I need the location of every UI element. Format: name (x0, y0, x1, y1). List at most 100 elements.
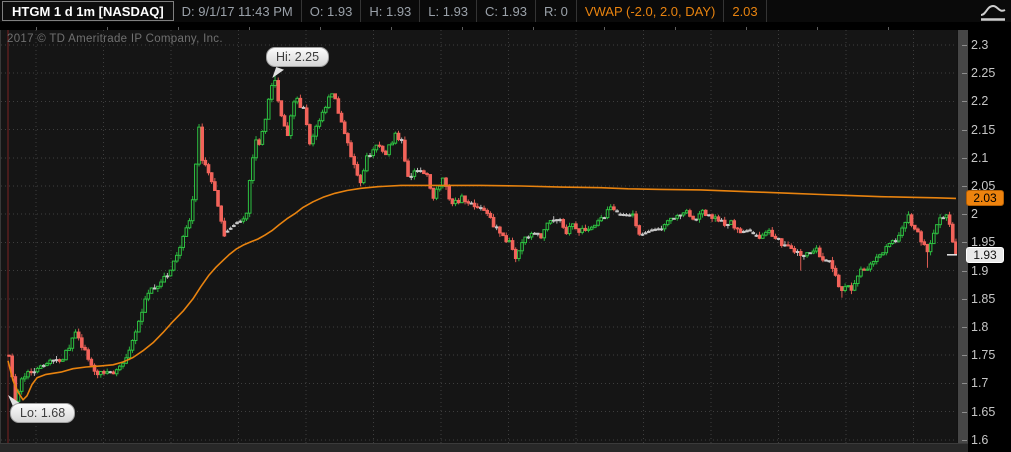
time-tick (533, 27, 534, 30)
time-tick (36, 27, 37, 30)
candle-down (213, 181, 217, 192)
candle-doji (469, 202, 474, 205)
price-tick-label: 1.65 (971, 404, 996, 419)
candle-up (387, 144, 391, 156)
candle-up (631, 213, 635, 216)
time-tick (391, 27, 392, 30)
candle-up (865, 268, 870, 271)
candle-down (849, 285, 854, 291)
price-plot[interactable] (1, 30, 958, 443)
price-tick-label: 1.85 (971, 291, 996, 306)
price-tick-mark (962, 157, 967, 159)
last-price-badge: 1.93 (966, 246, 1004, 263)
curve-chart-style-icon[interactable] (978, 2, 1008, 22)
candle-up (906, 214, 911, 223)
price-tick-mark (962, 214, 967, 216)
candle-doji (165, 275, 170, 278)
candle-down (916, 228, 920, 233)
candle-up (64, 349, 68, 361)
candle-up (935, 224, 939, 234)
candle-up (843, 286, 847, 291)
candle-doji (827, 260, 832, 263)
candle-down (836, 274, 841, 288)
candle-doji (659, 228, 664, 231)
candle-down (691, 215, 695, 220)
candle-doji (235, 222, 239, 225)
candle-up (729, 220, 733, 226)
candle-up (517, 250, 521, 260)
candle-up (190, 199, 195, 222)
candle-down (203, 159, 208, 166)
candle-doji (640, 233, 645, 236)
candle-up (805, 252, 809, 257)
price-tick-mark (962, 327, 967, 328)
candle-doji (726, 224, 730, 227)
candle-doji (152, 287, 157, 290)
price-axis-scrollbar[interactable] (957, 30, 968, 443)
candle-down (612, 206, 616, 210)
candle-down (222, 220, 227, 237)
candle-up (713, 216, 718, 219)
candle-up (45, 363, 49, 366)
candle-down (574, 223, 578, 230)
candle-down (817, 247, 822, 258)
candle-up (105, 371, 109, 374)
candle-up (412, 170, 417, 177)
price-tick-mark (962, 45, 967, 46)
field-low: L: 1.93 (420, 0, 478, 22)
candle-doji (551, 219, 556, 222)
candle-up (292, 101, 296, 117)
candle-doji (754, 234, 759, 237)
time-tick (746, 27, 747, 30)
candle-up (99, 370, 103, 376)
time-tick (178, 27, 179, 30)
candle-up (159, 281, 163, 287)
candle-down (830, 260, 835, 269)
candle-doji (719, 219, 724, 222)
candle-up (669, 217, 673, 222)
candle-up (878, 254, 882, 258)
candle-doji (32, 371, 37, 374)
candle-up (323, 106, 328, 113)
symbol-summary: HTGM 1 d 1m [NASDAQ] (2, 1, 174, 21)
price-tick-label: 1.75 (971, 348, 996, 363)
candle-up (26, 371, 30, 378)
copyright-text: 2017 © TD Ameritrade IP Company, Inc. (7, 33, 223, 45)
field-close: C: 1.93 (477, 0, 536, 22)
candle-down (472, 202, 477, 208)
candle-down (840, 286, 844, 291)
candle-down (358, 174, 363, 184)
candle-up (580, 227, 585, 233)
candle-up (928, 243, 933, 253)
candle-up (38, 365, 43, 369)
candle-up (317, 120, 322, 127)
candle-up (241, 218, 246, 222)
field-r: R: 0 (536, 0, 577, 22)
candle-doji (532, 232, 537, 235)
candle-down (475, 206, 480, 209)
candle-up (393, 132, 398, 144)
candle-up (327, 96, 331, 108)
candle-up (187, 220, 192, 229)
last-price-marker (947, 254, 957, 256)
candle-down (634, 213, 638, 227)
chart-area[interactable] (0, 30, 958, 443)
candle-up (938, 217, 942, 226)
candle-down (86, 349, 90, 360)
candle-down (206, 164, 211, 174)
candle-up (855, 275, 860, 284)
candle-doji (232, 224, 236, 227)
candle-doji (694, 218, 699, 221)
candle-down (485, 209, 490, 214)
candle-down (219, 205, 223, 222)
candle-up (846, 285, 851, 288)
candle-up (434, 188, 439, 199)
candle-up (684, 210, 689, 214)
candle-down (735, 227, 740, 230)
candle-doji (536, 232, 540, 235)
study-vwap-cell[interactable]: VWAP (-2.0, 2.0, DAY) (577, 0, 725, 22)
candle-up (266, 98, 271, 120)
candle-down (510, 240, 515, 250)
price-tick-mark (962, 411, 967, 413)
candle-up (247, 180, 252, 214)
